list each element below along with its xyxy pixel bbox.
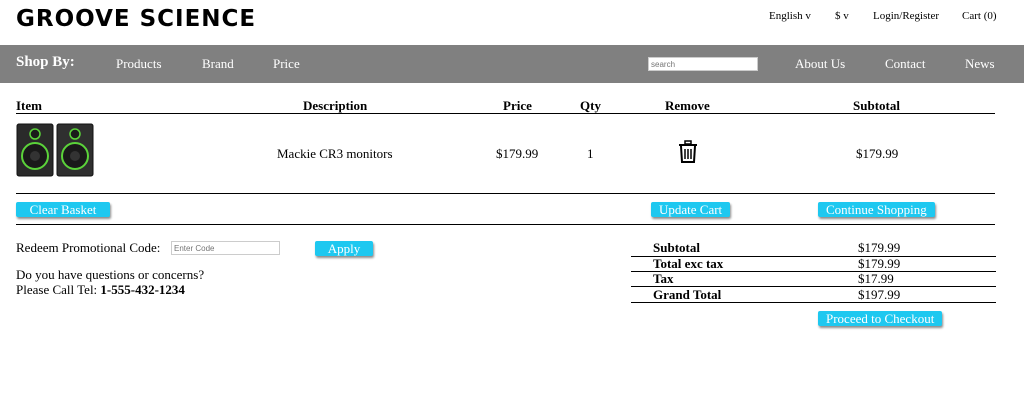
update-cart-button[interactable]: Update Cart (651, 202, 731, 217)
proceed-to-checkout-button[interactable]: Proceed to Checkout (818, 311, 943, 326)
summary-total-exc-tax-value: $179.99 (858, 256, 901, 271)
nav-brand[interactable]: Brand (202, 56, 234, 72)
main-nav: Shop By: Products Brand Price About Us C… (0, 45, 1024, 83)
summary-tax-label: Tax (653, 271, 674, 286)
help-question: Do you have questions or concerns? (16, 267, 205, 282)
product-qty[interactable]: 1 (587, 146, 594, 162)
col-header-remove: Remove (665, 98, 710, 113)
nav-news[interactable]: News (965, 56, 995, 72)
shop-by-label: Shop By: (16, 54, 75, 70)
product-subtotal: $179.99 (856, 146, 899, 161)
nav-price[interactable]: Price (273, 56, 300, 72)
nav-about-us[interactable]: About Us (795, 56, 845, 72)
nav-products[interactable]: Products (116, 56, 162, 72)
col-header-description: Description (303, 98, 368, 113)
summary-subtotal-value: $179.99 (858, 240, 901, 255)
table-row-divider (16, 193, 995, 194)
help-phone-line: Please Call Tel: 1-555-432-1234 (16, 282, 185, 298)
language-selector[interactable]: English v (769, 10, 811, 22)
col-header-item: Item (16, 98, 42, 113)
product-description[interactable]: Mackie CR3 monitors (277, 146, 393, 162)
summary-total-exc-tax-label: Total exc tax (653, 256, 724, 271)
summary-divider (631, 271, 996, 272)
trash-icon[interactable] (677, 140, 699, 164)
apply-promo-button[interactable]: Apply (315, 241, 373, 256)
product-price: $179.99 (496, 146, 539, 161)
promo-code-input[interactable] (171, 241, 280, 255)
actions-divider (16, 224, 995, 225)
promo-code-label: Redeem Promotional Code: (16, 240, 161, 255)
search-input[interactable] (648, 57, 758, 71)
summary-divider (631, 302, 996, 303)
summary-subtotal-label: Subtotal (653, 240, 700, 255)
summary-tax-value: $17.99 (858, 271, 894, 286)
site-logo[interactable]: GROOVE SCIENCE (16, 6, 256, 32)
call-label: Please Call Tel: (16, 282, 101, 297)
table-header-divider (16, 113, 995, 114)
summary-grand-total-label: Grand Total (653, 287, 722, 302)
phone-number[interactable]: 1-555-432-1234 (100, 282, 185, 297)
nav-contact[interactable]: Contact (885, 56, 925, 72)
clear-basket-button[interactable]: Clear Basket (16, 202, 110, 217)
col-header-subtotal: Subtotal (853, 98, 900, 113)
col-header-price: Price (503, 98, 532, 113)
summary-grand-total-value: $197.99 (858, 287, 901, 302)
cart-link[interactable]: Cart (0) (962, 10, 997, 22)
currency-selector[interactable]: $ v (835, 10, 849, 22)
col-header-qty: Qty (580, 98, 601, 113)
speaker-monitors-image[interactable] (16, 122, 98, 178)
login-register-link[interactable]: Login/Register (873, 10, 939, 22)
continue-shopping-button[interactable]: Continue Shopping (818, 202, 935, 217)
